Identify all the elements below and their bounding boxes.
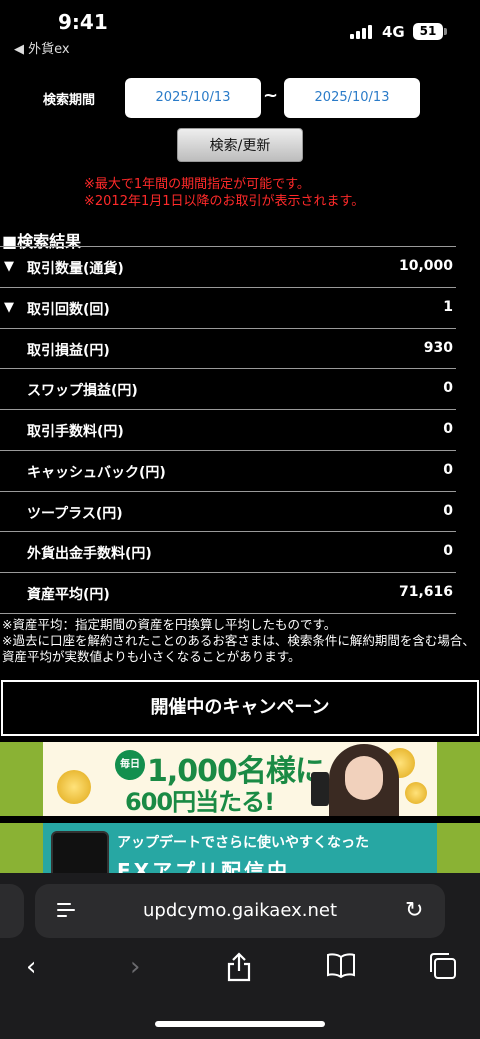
result-row-twoplus: ツープラス(円) 0 [0,490,456,532]
date-separator: ~ [263,85,279,106]
footnote-closed-accounts: ※過去に口座を解約されたことのあるお客さまは、検索条件に解約期間を含む場合、資産… [2,633,475,664]
home-indicator[interactable] [155,1021,325,1027]
result-row-fee: 取引手数料(円) 0 [0,409,456,450]
address-bar[interactable]: updcymo.gaikaex.net ↻ [35,884,445,938]
daily-badge: 毎日 [115,750,145,780]
footnote: ※資産平均：指定期間の資産を円換算し平均したものです。 ※過去に口座を解約された… [2,617,476,665]
coin-icon [57,770,91,804]
signal-icon [350,25,376,39]
bookmarks-icon[interactable] [326,952,356,985]
status-bar: 9:41 ◀ 外貨ex 4G 51 [0,0,480,62]
row-label: 取引損益(円) [27,342,110,359]
phone-icon [311,772,329,806]
back-to-app-link[interactable]: ◀ 外貨ex [14,38,70,57]
row-value: 0 [443,543,453,560]
network-type: 4G [382,23,405,41]
row-value: 0 [443,380,453,397]
campaign-banner-app[interactable]: アップデートでさらに使いやすくなった EXアプリ配信中 [43,823,437,877]
results-divider [0,612,456,614]
footnote-avg-definition: ※資産平均：指定期間の資産を円換算し平均したものです。 [2,617,337,632]
model-face [345,756,383,800]
app-screenshot-image [51,831,109,877]
battery-tip [444,28,447,35]
expand-arrow-icon[interactable]: ▼ [4,300,14,315]
url-text[interactable]: updcymo.gaikaex.net [35,900,445,921]
result-row-swap: スワップ損益(円) 0 [0,368,456,409]
row-label: 資産平均(円) [27,587,110,603]
row-value: 1 [443,298,453,315]
row-label: 取引回数(回) [27,301,110,318]
result-row-volume[interactable]: ▼ 取引数量(通貨) 10,000 [0,246,456,287]
banner-headline: アップデートでさらに使いやすくなった [117,835,369,851]
result-row-withdraw-fee: 外貨出金手数料(円) 0 [0,531,456,572]
row-label: 外貨出金手数料(円) [27,546,152,563]
notice-since-2012: ※2012年1月1日以降のお取引が表示されます。 [84,194,365,209]
share-icon[interactable] [226,952,252,989]
previous-tab-peek[interactable] [0,884,24,938]
result-row-avg-assets: 資産平均(円) 71,616 [0,572,456,613]
search-update-button[interactable]: 検索/更新 [177,128,303,162]
banner-subline: 600円当たる! [125,788,275,816]
row-value: 0 [443,502,453,519]
clock: 9:41 [58,10,108,34]
coin-icon [405,782,427,804]
back-icon[interactable]: ‹ [26,952,36,982]
result-row-count[interactable]: ▼ 取引回数(回) 1 [0,286,456,328]
campaign-header: 開催中のキャンペーン [1,680,479,736]
tabs-icon[interactable] [428,952,458,987]
row-label: 取引数量(通貨) [27,261,124,277]
result-row-cashback: キャッシュバック(円) 0 [0,449,456,491]
expand-arrow-icon[interactable]: ▼ [4,259,14,274]
row-value: 930 [423,339,453,356]
battery-icon: 51 [413,23,443,40]
row-label: ツープラス(円) [27,505,123,522]
search-period-label: 検索期間 [43,93,96,108]
row-value: 0 [443,461,453,478]
row-label: スワップ損益(円) [27,383,138,400]
row-value: 10,000 [398,258,453,274]
result-row-pnl: 取引損益(円) 930 [0,327,456,369]
reload-icon[interactable]: ↻ [405,898,423,923]
campaign-banner-600yen[interactable]: 毎日 1,000名様に 600円当たる! [43,742,437,816]
date-from-field[interactable]: 2025/10/13 [125,78,261,118]
row-label: 取引手数料(円) [27,424,124,440]
forward-icon[interactable]: › [130,952,140,982]
row-value: 0 [443,421,453,437]
date-to-field[interactable]: 2025/10/13 [284,78,420,118]
row-label: キャッシュバック(円) [27,464,166,481]
row-value: 71,616 [398,584,453,600]
results-table: ▼ 取引数量(通貨) 10,000 ▼ 取引回数(回) 1 取引損益(円) 93… [0,246,456,614]
